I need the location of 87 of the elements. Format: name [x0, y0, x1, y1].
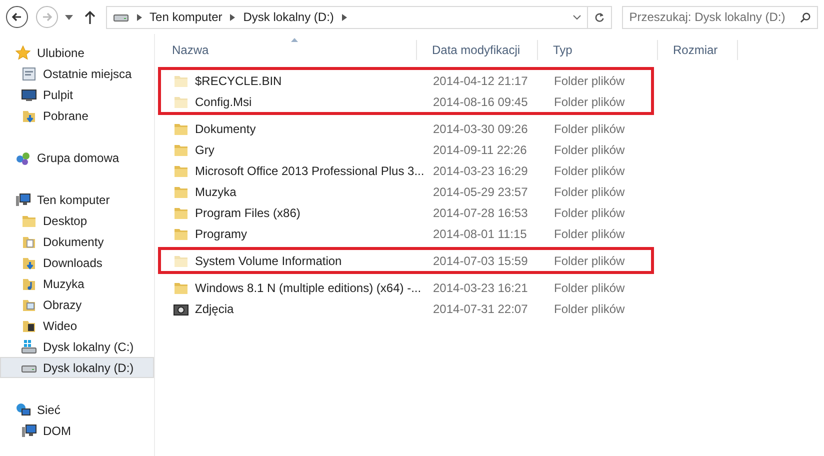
- computer-icon: [15, 192, 31, 208]
- modified-date: 2014-04-12 21:17: [432, 72, 529, 90]
- file-row[interactable]: System Volume Information 2014-07-03 15:59 Folder plików: [161, 250, 651, 271]
- file-name: Programy: [195, 226, 248, 242]
- file-type: Folder plików: [553, 162, 626, 180]
- file-name: Windows 8.1 N (multiple editions) (x64) -...: [195, 280, 422, 296]
- chevron-down-icon: [573, 14, 582, 20]
- file-type: Folder plików: [553, 94, 626, 110]
- sidebar-item[interactable]: Ostatnie miejsca: [0, 63, 154, 84]
- file-name: Gry: [195, 142, 214, 158]
- network-icon: [15, 402, 31, 418]
- search-field[interactable]: Przeszukaj: Dysk lokalny (D:): [622, 6, 818, 28]
- forward-arrow-icon: [40, 11, 53, 23]
- sidebar-item[interactable]: Obrazy: [0, 294, 154, 315]
- chevron-right-icon: [136, 14, 142, 20]
- chevron-right-icon: [342, 14, 347, 20]
- file-name: Config.Msi: [195, 94, 252, 110]
- file-type: Folder plików: [553, 120, 626, 138]
- modified-date: 2014-08-01 11:15: [432, 226, 528, 242]
- sidebar-item[interactable]: Dysk lokalny (C:): [0, 336, 154, 357]
- sidebar-item[interactable]: Grupa domowa: [0, 147, 154, 168]
- file-row[interactable]: Windows 8.1 N (multiple editions) (x64) -... 2014-03-23 16:21 Folder plików: [161, 277, 651, 298]
- file-type: Folder plików: [553, 226, 626, 242]
- file-row[interactable]: Zdjęcia 2014-07-31 22:07 Folder plików: [161, 298, 651, 319]
- file-name: Dokumenty: [195, 120, 256, 138]
- modified-date: 2014-03-23 16:21: [432, 280, 529, 296]
- file-type: Folder plików: [553, 184, 626, 200]
- sidebar-item[interactable]: Ulubione: [0, 42, 154, 63]
- sidebar-item[interactable]: Muzyka: [0, 273, 154, 294]
- modified-date: 2014-05-29 23:57: [432, 184, 529, 200]
- sidebar-item[interactable]: Dokumenty: [0, 231, 154, 252]
- recent-places-icon: [21, 66, 37, 82]
- column-header[interactable]: Data modyfikacji: [417, 40, 538, 60]
- breadcrumb-segment[interactable]: Ten komputer: [150, 8, 222, 26]
- dropdown-icon: [64, 14, 73, 20]
- back-button[interactable]: [6, 6, 28, 28]
- homegroup-icon: [15, 150, 31, 166]
- star-icon: [15, 44, 31, 60]
- file-row[interactable]: Muzyka 2014-05-29 23:57 Folder plików: [161, 181, 651, 202]
- file-row[interactable]: Program Files (x86) 2014-07-28 16:53 Folder plików: [161, 202, 651, 223]
- column-header[interactable]: Typ: [538, 40, 658, 60]
- sidebar-item[interactable]: DOM: [0, 420, 154, 441]
- modified-date: 2014-09-11 22:26: [432, 142, 528, 158]
- file-row[interactable]: Programy 2014-08-01 11:15 Folder plików: [161, 223, 651, 244]
- file-name: Muzyka: [195, 184, 236, 200]
- sidebar-item[interactable]: Ten komputer: [0, 189, 154, 210]
- file-row[interactable]: $RECYCLE.BIN 2014-04-12 21:17 Folder plików: [161, 70, 651, 91]
- chevron-right-icon: [230, 14, 236, 20]
- file-type: Folder plików: [553, 72, 626, 90]
- column-header[interactable]: Rozmiar: [658, 40, 738, 60]
- computer-icon: [21, 422, 37, 438]
- sidebar-item[interactable]: Wideo: [0, 315, 154, 336]
- modified-date: 2014-08-16 09:45: [432, 94, 529, 110]
- modified-date: 2014-07-28 16:53: [432, 204, 529, 222]
- file-row[interactable]: Config.Msi 2014-08-16 09:45 Folder plików: [161, 91, 651, 112]
- file-type: Folder plików: [553, 252, 626, 270]
- sidebar-item[interactable]: Pobrane: [0, 105, 154, 126]
- sidebar-item[interactable]: Desktop: [0, 210, 154, 231]
- file-type: Folder plików: [553, 300, 626, 318]
- file-name: System Volume Information: [195, 252, 342, 270]
- search-icon: [800, 12, 812, 22]
- up-arrow-icon: [84, 10, 96, 24]
- column-header[interactable]: Nazwa: [157, 40, 417, 60]
- refresh-icon: [594, 12, 606, 22]
- sidebar-item[interactable]: Pulpit: [0, 84, 154, 105]
- system-drive-icon: [21, 338, 37, 354]
- sidebar-item[interactable]: Downloads: [0, 252, 154, 273]
- file-name: $RECYCLE.BIN: [195, 72, 282, 90]
- file-name: Zdjęcia: [195, 300, 234, 318]
- sort-ascending-icon: [291, 38, 298, 42]
- modified-date: 2014-03-30 09:26: [432, 120, 529, 138]
- back-arrow-icon: [10, 11, 23, 23]
- file-type: Folder plików: [553, 204, 626, 222]
- modified-date: 2014-07-31 22:07: [432, 300, 529, 318]
- sidebar-item[interactable]: Sieć: [0, 399, 154, 420]
- file-name: Microsoft Office 2013 Professional Plus 3...: [195, 162, 424, 180]
- file-name: Program Files (x86): [195, 204, 300, 222]
- file-type: Folder plików: [553, 280, 626, 296]
- breadcrumb-segment[interactable]: Dysk lokalny (D:): [243, 8, 334, 26]
- file-row[interactable]: Dokumenty 2014-03-30 09:26 Folder plików: [161, 118, 651, 139]
- file-row[interactable]: Gry 2014-09-11 22:26 Folder plików: [161, 139, 651, 160]
- modified-date: 2014-07-03 15:59: [432, 252, 529, 270]
- file-type: Folder plików: [553, 142, 626, 158]
- monitor-icon: [21, 86, 37, 102]
- sidebar-item[interactable]: Dysk lokalny (D:): [0, 357, 154, 378]
- address-bar[interactable]: Ten komputer Dysk lokalny (D:): [106, 6, 612, 28]
- file-row[interactable]: Microsoft Office 2013 Professional Plus 3... 2014-03-23 16:29 Folder plików: [161, 160, 651, 181]
